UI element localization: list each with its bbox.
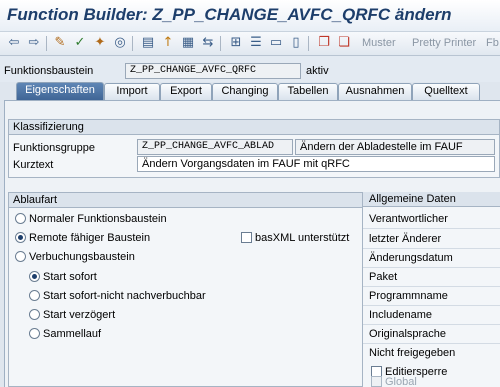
application-toolbar: ⇦ ⇨ ✎ ✓ ✦ ◎ ▤ ↑ ▦ ⇆ ⊞ ☰ ▭ ▯ ❐ ❏ Muster P… bbox=[0, 32, 500, 56]
original-language-label: Originalsprache bbox=[369, 328, 447, 340]
check-icon[interactable]: ✓ bbox=[72, 35, 88, 51]
global-checkbox bbox=[371, 376, 382, 387]
bookmark-icon[interactable]: ☰ bbox=[248, 35, 264, 51]
collective-run-radio[interactable] bbox=[29, 328, 40, 339]
function-group-field[interactable]: Z_PP_CHANGE_AVFC_ABLAD bbox=[137, 139, 293, 155]
remote-enabled-label: Remote fähiger Baustein bbox=[29, 232, 151, 244]
start-immediately-label: Start sofort bbox=[43, 271, 97, 283]
page-title: Function Builder: Z_PP_CHANGE_AVFC_QRFC … bbox=[7, 5, 452, 24]
pattern-icon[interactable]: ▯ bbox=[288, 35, 304, 51]
tab-strip: Eigenschaften Import Export Changing Tab… bbox=[0, 82, 500, 100]
package-label: Paket bbox=[369, 271, 398, 283]
pretty-printer-button[interactable]: Pretty Printer bbox=[412, 37, 476, 49]
update-module-radio[interactable] bbox=[15, 251, 26, 262]
row-divider bbox=[363, 305, 500, 306]
start-immediately-radio[interactable] bbox=[29, 271, 40, 282]
activate-icon[interactable]: ✦ bbox=[92, 35, 108, 51]
where-used-icon[interactable]: ◎ bbox=[112, 35, 128, 51]
help-icon[interactable]: ▭ bbox=[268, 35, 284, 51]
tab-ausnahmen[interactable]: Ausnahmen bbox=[338, 83, 412, 100]
row-divider bbox=[363, 286, 500, 287]
toolbar-separator bbox=[220, 36, 221, 51]
row-divider bbox=[363, 248, 500, 249]
general-data-heading: Allgemeine Daten bbox=[363, 192, 500, 207]
tab-export[interactable]: Export bbox=[160, 83, 212, 100]
more-button[interactable]: Fb bbox=[486, 37, 499, 49]
back-arrow-icon[interactable]: ⇦ bbox=[6, 35, 22, 51]
row-divider bbox=[363, 343, 500, 344]
last-changed-by-label: letzter Änderer bbox=[369, 233, 442, 245]
tab-eigenschaften[interactable]: Eigenschaften bbox=[16, 82, 104, 100]
short-text-field[interactable]: Ändern Vorgangsdaten im FAUF mit qRFC bbox=[137, 156, 495, 172]
copy-icon[interactable]: ❐ bbox=[316, 35, 332, 51]
global-label: Global bbox=[385, 376, 417, 387]
start-immediately-no-restart-label: Start sofort-nicht nachverbuchbar bbox=[43, 290, 206, 302]
title-bar: Function Builder: Z_PP_CHANGE_AVFC_QRFC … bbox=[0, 0, 500, 32]
general-data-group: Allgemeine Daten Verantwortlicher letzte… bbox=[362, 192, 500, 387]
change-date-label: Änderungsdatum bbox=[369, 252, 453, 264]
forward-arrow-icon[interactable]: ⇨ bbox=[26, 35, 42, 51]
function-module-field[interactable]: Z_PP_CHANGE_AVFC_QRFC bbox=[125, 63, 301, 79]
hierarchy-icon[interactable]: ⊞ bbox=[228, 35, 244, 51]
tab-import[interactable]: Import bbox=[104, 83, 160, 100]
tab-changing[interactable]: Changing bbox=[212, 83, 278, 100]
start-delayed-radio[interactable] bbox=[29, 309, 40, 320]
toolbar-separator bbox=[46, 36, 47, 51]
function-module-row: Funktionsbaustein Z_PP_CHANGE_AVFC_QRFC … bbox=[0, 56, 500, 82]
test-icon[interactable]: ⇆ bbox=[200, 35, 216, 51]
start-immediately-no-restart-radio[interactable] bbox=[29, 290, 40, 301]
not-released-label: Nicht freigegeben bbox=[369, 347, 456, 359]
navigate-icon[interactable]: ↑ bbox=[160, 35, 176, 51]
processing-type-heading: Ablaufart bbox=[9, 193, 362, 208]
normal-function-radio[interactable] bbox=[15, 213, 26, 224]
display-change-icon[interactable]: ✎ bbox=[52, 35, 68, 51]
tab-tabellen[interactable]: Tabellen bbox=[278, 83, 338, 100]
toolbar-separator bbox=[132, 36, 133, 51]
processing-type-group: Ablaufart Normaler Funktionsbaustein Rem… bbox=[8, 192, 362, 387]
classification-heading: Klassifizierung bbox=[9, 120, 499, 135]
collective-run-label: Sammellauf bbox=[43, 328, 102, 340]
muster-icon[interactable]: ❏ bbox=[336, 35, 352, 51]
include-name-label: Includename bbox=[369, 309, 432, 321]
row-divider bbox=[363, 324, 500, 325]
function-group-label: Funktionsgruppe bbox=[13, 142, 95, 154]
object-list-icon[interactable]: ▤ bbox=[140, 35, 156, 51]
display-object-icon[interactable]: ▦ bbox=[180, 35, 196, 51]
row-divider bbox=[363, 228, 500, 229]
update-module-label: Verbuchungsbaustein bbox=[29, 251, 135, 263]
remote-enabled-radio[interactable] bbox=[15, 232, 26, 243]
tab-quelltext[interactable]: Quelltext bbox=[412, 83, 480, 100]
muster-button[interactable]: Muster bbox=[362, 37, 396, 49]
toolbar-separator bbox=[308, 36, 309, 51]
row-divider bbox=[363, 267, 500, 268]
status-label: aktiv bbox=[306, 65, 329, 77]
basxml-label: basXML unterstützt bbox=[255, 232, 350, 244]
short-text-label: Kurztext bbox=[13, 159, 54, 171]
program-name-label: Programmname bbox=[369, 290, 448, 302]
function-group-description: Ändern der Abladestelle im FAUF bbox=[295, 139, 495, 155]
basxml-checkbox[interactable] bbox=[241, 232, 252, 243]
function-module-label: Funktionsbaustein bbox=[4, 65, 94, 77]
start-delayed-label: Start verzögert bbox=[43, 309, 116, 321]
classification-group: Klassifizierung Funktionsgruppe Z_PP_CHA… bbox=[8, 119, 500, 178]
responsible-label: Verantwortlicher bbox=[369, 213, 448, 225]
normal-function-label: Normaler Funktionsbaustein bbox=[29, 213, 167, 225]
